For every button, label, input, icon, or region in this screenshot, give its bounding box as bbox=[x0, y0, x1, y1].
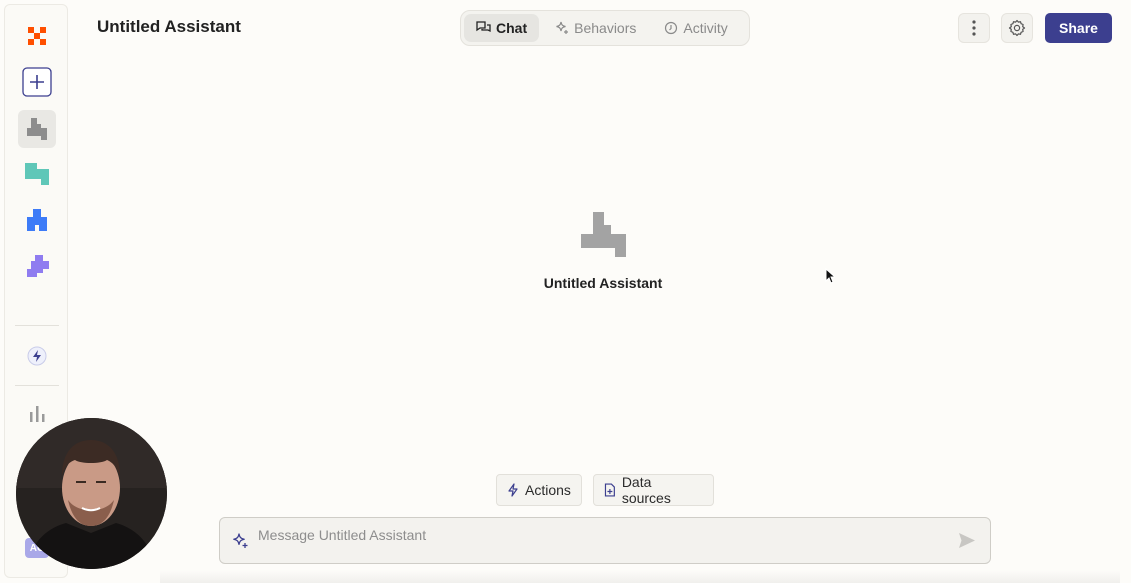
data-sources-button[interactable]: Data sources bbox=[593, 474, 714, 506]
assistant-name: Untitled Assistant bbox=[543, 275, 663, 291]
tab-label: Chat bbox=[496, 20, 528, 36]
sidebar-divider bbox=[15, 385, 59, 386]
file-add-icon bbox=[604, 483, 615, 497]
settings-button[interactable] bbox=[1001, 13, 1033, 43]
data-sources-label: Data sources bbox=[621, 474, 671, 506]
sidebar-item-assistants[interactable] bbox=[18, 110, 56, 148]
puzzle-icon bbox=[27, 255, 49, 277]
actions-button[interactable]: Actions bbox=[496, 474, 582, 506]
sidebar-item-activity[interactable] bbox=[18, 337, 56, 375]
tab-activity[interactable]: Activity bbox=[652, 14, 739, 42]
new-button[interactable] bbox=[18, 63, 56, 101]
sparkle-icon bbox=[556, 21, 569, 34]
tab-behaviors[interactable]: Behaviors bbox=[543, 14, 648, 42]
actions-label: Actions bbox=[525, 482, 571, 498]
sparkle-icon bbox=[233, 533, 248, 548]
sidebar-item-tables[interactable] bbox=[18, 155, 56, 193]
sidebar-item-analytics[interactable] bbox=[18, 394, 56, 432]
more-options-button[interactable] bbox=[958, 13, 990, 43]
table-icon bbox=[25, 163, 49, 185]
clock-icon bbox=[665, 21, 678, 35]
lightning-icon bbox=[508, 483, 518, 497]
message-input[interactable] bbox=[258, 524, 938, 546]
presenter-video-icon bbox=[16, 418, 167, 569]
webcam-overlay bbox=[16, 418, 167, 569]
sidebar-item-interfaces[interactable] bbox=[18, 201, 56, 239]
page-title: Untitled Assistant bbox=[97, 17, 241, 36]
tab-label: Activity bbox=[683, 20, 728, 36]
message-composer bbox=[219, 517, 991, 564]
tab-chat[interactable]: Chat bbox=[464, 14, 540, 42]
sidebar-divider bbox=[15, 325, 59, 326]
bottom-shadow bbox=[160, 570, 1120, 583]
more-vertical-icon bbox=[972, 20, 976, 36]
mouse-pointer-icon bbox=[825, 268, 835, 284]
bar-chart-icon bbox=[30, 406, 45, 422]
lightning-icon bbox=[27, 346, 47, 366]
chat-bubbles-icon bbox=[476, 21, 491, 33]
gear-icon bbox=[1008, 19, 1026, 37]
interface-icon bbox=[27, 209, 47, 231]
tab-label: Behaviors bbox=[574, 20, 637, 36]
assistant-icon bbox=[581, 212, 626, 257]
assistant-icon bbox=[27, 118, 47, 140]
tab-bar: Chat Behaviors Activity bbox=[460, 10, 750, 46]
zapier-logo-icon[interactable] bbox=[18, 17, 56, 55]
share-button[interactable]: Share bbox=[1045, 13, 1112, 43]
send-icon[interactable] bbox=[958, 532, 976, 549]
plus-icon bbox=[22, 67, 52, 97]
